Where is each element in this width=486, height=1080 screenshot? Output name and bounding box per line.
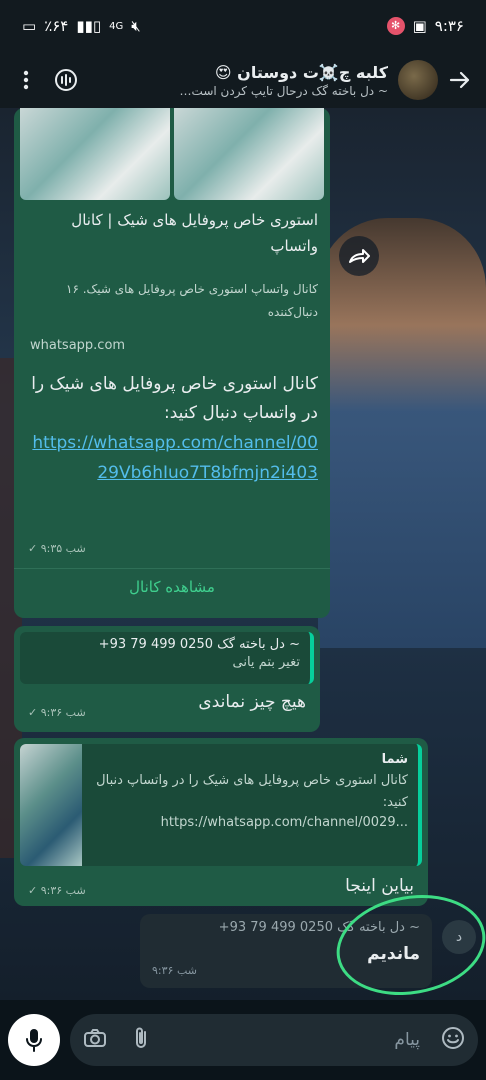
- read-check-icon: ✓: [28, 706, 41, 719]
- time-label: ۹:۳۶ شب: [40, 884, 86, 897]
- message-text: هیچ چیز نماندی: [198, 692, 306, 712]
- back-arrow-icon[interactable]: [444, 64, 476, 96]
- compose-bar: پیام: [0, 1000, 486, 1080]
- quoted-text: کانال استوری خاص پروفایل های شیک را در و…: [96, 772, 408, 811]
- forward-icon[interactable]: [339, 236, 379, 276]
- message-text: کانال استوری خاص پروفایل های شیک را در و…: [31, 374, 318, 423]
- view-channel-button[interactable]: مشاهده کانال: [14, 578, 330, 596]
- message-reply[interactable]: ~ دل باخته گک 0250 499 79 93+ تغیر بتم ی…: [14, 626, 320, 732]
- emoji-icon[interactable]: [440, 1026, 466, 1055]
- battery-saver-icon: ▭: [22, 17, 37, 35]
- chat-header: کلبه چ☠️ت دوستان 😍 ~ دل باخته گک درحال ت…: [0, 52, 486, 108]
- message-text: بیاین اینجا: [345, 876, 414, 896]
- quoted-text: تغیر بتم یانی: [232, 655, 300, 671]
- message-reply-own[interactable]: شما کانال استوری خاص پروفایل های شیک را …: [14, 738, 428, 906]
- quoted-sender: شما: [381, 752, 408, 767]
- channel-link[interactable]: https://whatsapp.com/channel/0029Vb6hIuo…: [22, 428, 318, 489]
- chat-area[interactable]: استوری خاص پروفایل های شیک | کانال واتسا…: [0, 108, 486, 1000]
- typing-status: ~ دل باخته گک درحال تایپ کردن است…: [179, 83, 388, 98]
- status-right: ✻ ▣ ۹:۳۶: [386, 17, 464, 35]
- camera-icon[interactable]: [82, 1028, 108, 1052]
- time-label: ۹:۳۵ شب: [40, 542, 86, 555]
- app-notification-icon: ✻: [386, 17, 405, 35]
- message-channel-invite[interactable]: استوری خاص پروفایل های شیک | کانال واتسا…: [14, 108, 330, 618]
- message-body: کانال استوری خاص پروفایل های شیک را در و…: [22, 370, 318, 489]
- gallery-notification-icon: ▣: [412, 17, 427, 35]
- signal-icon: ▮▮▯: [76, 17, 102, 35]
- group-title: کلبه چ☠️ت دوستان 😍: [214, 62, 388, 82]
- mute-icon: 🔇︎: [131, 17, 141, 35]
- message-time: ✓ ۹:۳۵ شب: [28, 542, 86, 555]
- group-avatar[interactable]: [398, 60, 438, 100]
- divider: [14, 568, 330, 569]
- message-time: ۹:۳۶ شب: [152, 964, 197, 977]
- preview-image[interactable]: [20, 108, 170, 200]
- header-titles[interactable]: کلبه چ☠️ت دوستان 😍 ~ دل باخته گک درحال ت…: [82, 63, 398, 98]
- battery-level: ٪۶۴: [44, 17, 69, 35]
- clock: ۹:۳۶: [434, 17, 464, 35]
- link-preview-domain: whatsapp.com: [30, 338, 126, 353]
- message-input[interactable]: پیام: [174, 1030, 420, 1050]
- quoted-message[interactable]: شما کانال استوری خاص پروفایل های شیک را …: [20, 744, 422, 866]
- quoted-message[interactable]: ~ دل باخته گک 0250 499 79 93+ تغیر بتم ی…: [20, 632, 314, 684]
- status-bar: ▭ ٪۶۴ ▮▮▯ 4G 🔇︎ ✻ ▣ ۹:۳۶: [0, 0, 486, 52]
- message-time: ✓ ۹:۳۶ شب: [28, 884, 86, 897]
- wallpaper-person: [318, 218, 486, 648]
- read-check-icon: ✓: [28, 542, 41, 555]
- read-check-icon: ✓: [28, 884, 41, 897]
- attach-icon[interactable]: [128, 1026, 154, 1055]
- preview-image[interactable]: [174, 108, 324, 200]
- quoted-url: https://whatsapp.com/channel/0029...: [160, 815, 408, 830]
- mic-button[interactable]: [8, 1014, 60, 1066]
- link-preview-description: کانال واتساپ استوری خاص پروفایل های شیک.…: [66, 282, 318, 319]
- network-type: 4G: [109, 20, 124, 32]
- time-label: ۹:۳۶ شب: [40, 706, 86, 719]
- message-input-box[interactable]: پیام: [70, 1014, 478, 1066]
- quoted-sender: ~ دل باخته گک 0250 499 79 93+: [98, 637, 300, 652]
- link-preview-title[interactable]: استوری خاص پروفایل های شیک | کانال واتسا…: [28, 208, 318, 259]
- link-preview-images[interactable]: [20, 108, 324, 200]
- quoted-thumbnail: [20, 744, 82, 866]
- status-left: ▭ ٪۶۴ ▮▮▯ 4G 🔇︎: [22, 17, 141, 35]
- more-options-icon[interactable]: [10, 64, 42, 96]
- voice-call-icon[interactable]: [50, 64, 82, 96]
- quoted-body: شما کانال استوری خاص پروفایل های شیک را …: [88, 750, 408, 830]
- message-time: ✓ ۹:۳۶ شب: [28, 706, 86, 719]
